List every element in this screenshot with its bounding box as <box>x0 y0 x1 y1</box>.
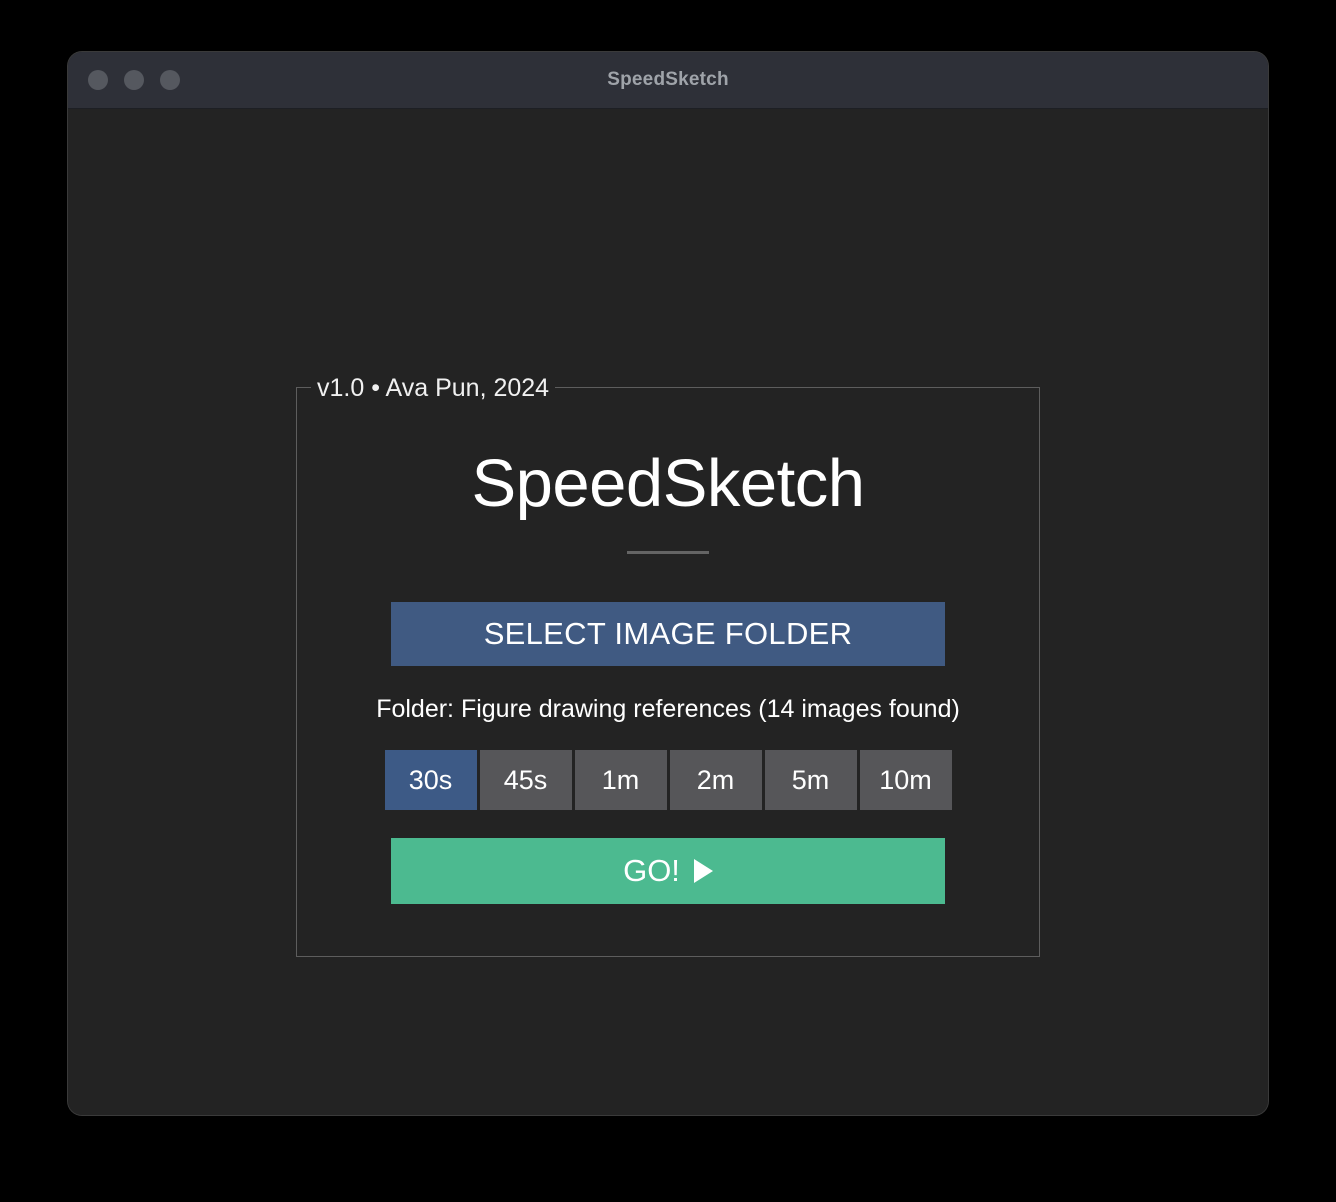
duration-button-1m[interactable]: 1m <box>574 750 667 810</box>
duration-button-30s[interactable]: 30s <box>384 750 477 810</box>
traffic-light-group <box>88 52 180 108</box>
groupbox-content: SpeedSketch SELECT IMAGE FOLDER Folder: … <box>297 388 1039 956</box>
duration-button-group: 30s 45s 1m 2m 5m 10m <box>384 750 952 810</box>
main-groupbox: v1.0 • Ava Pun, 2024 SpeedSketch SELECT … <box>296 374 1040 957</box>
duration-button-5m[interactable]: 5m <box>764 750 857 810</box>
close-window-icon[interactable] <box>88 70 108 90</box>
page-title: SpeedSketch <box>471 446 865 521</box>
window-title: SpeedSketch <box>607 69 729 90</box>
select-image-folder-button[interactable]: SELECT IMAGE FOLDER <box>391 602 945 666</box>
go-button-label: GO! <box>623 853 680 888</box>
screen: SpeedSketch v1.0 • Ava Pun, 2024 SpeedSk… <box>0 0 1336 1202</box>
duration-button-10m[interactable]: 10m <box>859 750 952 810</box>
title-separator <box>627 551 709 554</box>
duration-button-2m[interactable]: 2m <box>669 750 762 810</box>
app-window: SpeedSketch v1.0 • Ava Pun, 2024 SpeedSk… <box>68 52 1268 1115</box>
duration-button-45s[interactable]: 45s <box>479 750 572 810</box>
window-body: v1.0 • Ava Pun, 2024 SpeedSketch SELECT … <box>68 109 1268 1115</box>
window-titlebar: SpeedSketch <box>68 52 1268 109</box>
play-icon <box>693 859 713 883</box>
go-button[interactable]: GO! <box>391 838 945 904</box>
minimize-window-icon[interactable] <box>124 70 144 90</box>
folder-status-label: Folder: Figure drawing references (14 im… <box>376 695 960 723</box>
maximize-window-icon[interactable] <box>160 70 180 90</box>
